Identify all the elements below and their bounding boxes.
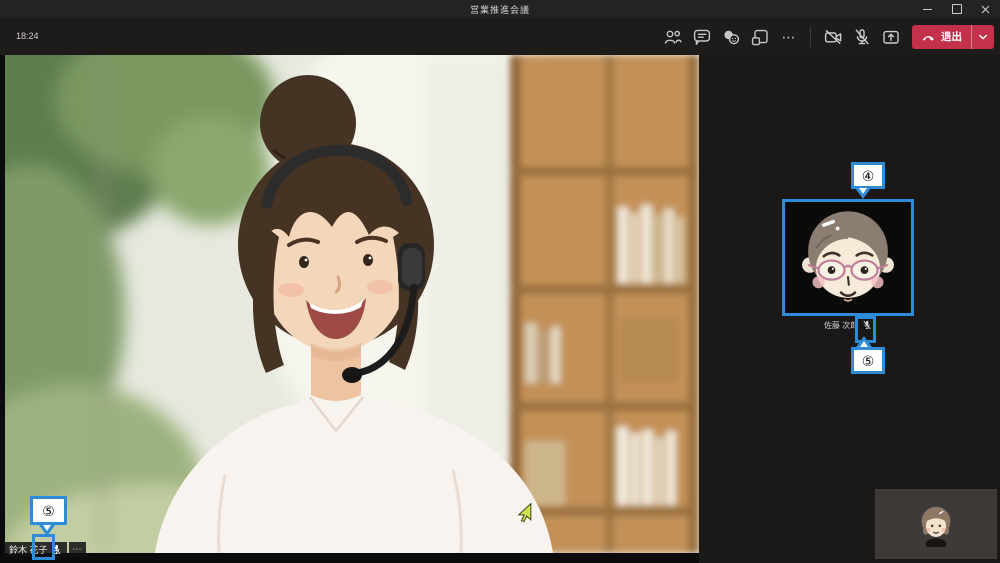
rooms-icon <box>751 29 768 45</box>
cursor-icon <box>516 502 532 528</box>
speaker-video-feed <box>5 55 699 553</box>
minimize-button[interactable] <box>913 0 942 18</box>
main-video-tile[interactable] <box>5 55 699 553</box>
chat-button[interactable] <box>688 23 715 50</box>
annotation-pointer-down <box>39 525 55 536</box>
annotation-pointer-up <box>856 336 872 347</box>
annotation-callout-5-left: ⑤ <box>30 496 67 525</box>
self-view-pip[interactable] <box>875 489 997 559</box>
annotation-step5-label: ⑤ <box>861 352 875 369</box>
annotation-step4-label: ④ <box>861 167 875 184</box>
leave-phone-icon <box>923 36 934 41</box>
participant-nameplate: 佐藤 次郎 <box>782 318 914 332</box>
leave-options-button[interactable] <box>972 25 994 49</box>
camera-off-icon <box>824 29 841 44</box>
participants-icon <box>664 30 681 44</box>
mic-toggle-button[interactable] <box>848 23 875 50</box>
leave-button-label: 退出 <box>941 31 962 43</box>
window-controls <box>913 0 1000 18</box>
toolbar-buttons: ⋯ 退出 <box>659 18 994 55</box>
rooms-button[interactable] <box>746 23 773 50</box>
tile-more-button[interactable]: ⋯ <box>68 542 86 557</box>
self-avatar <box>921 506 951 547</box>
more-options-button[interactable]: ⋯ <box>775 23 802 50</box>
reactions-button[interactable] <box>717 23 744 50</box>
meeting-toolbar: 18:24 ⋯ 退出 <box>0 18 1000 55</box>
toolbar-separator <box>810 26 811 47</box>
camera-toggle-button[interactable] <box>819 23 846 50</box>
annotation-rect-participant <box>782 199 914 316</box>
reactions-icon <box>723 30 739 44</box>
annotation-pointer-down <box>855 188 871 199</box>
mic-off-icon <box>854 28 869 44</box>
meeting-timer: 18:24 <box>16 31 39 41</box>
close-button[interactable] <box>971 0 1000 18</box>
participant-name-label: 佐藤 次郎 <box>823 320 859 330</box>
maximize-icon <box>951 4 962 14</box>
more-icon: ⋯ <box>781 28 796 45</box>
annotation-rect-speaker-mic <box>32 534 55 560</box>
annotation-step5-label: ⑤ <box>42 502 55 519</box>
close-icon <box>981 5 990 13</box>
share-screen-button[interactable] <box>877 23 904 50</box>
chat-icon <box>693 29 710 45</box>
teams-meeting-window: 営業推進会議 18:24 ⋯ 退出 鈴木 花子 ⋯ 佐藤 次郎 ④ ⑤ ⑤ <box>0 0 1000 563</box>
tile-more-icon: ⋯ <box>72 544 82 554</box>
maximize-button[interactable] <box>942 0 971 18</box>
participants-button[interactable] <box>659 23 686 50</box>
window-title: 営業推進会議 <box>469 4 530 15</box>
annotation-callout-5-right: ⑤ <box>851 347 885 374</box>
share-icon <box>882 30 899 44</box>
leave-button[interactable]: 退出 <box>912 25 971 49</box>
minimize-icon <box>923 8 932 10</box>
window-titlebar: 営業推進会議 <box>0 0 1000 18</box>
annotation-callout-4: ④ <box>851 162 885 189</box>
leave-split-button: 退出 <box>912 24 994 49</box>
chevron-down-icon <box>979 34 987 40</box>
